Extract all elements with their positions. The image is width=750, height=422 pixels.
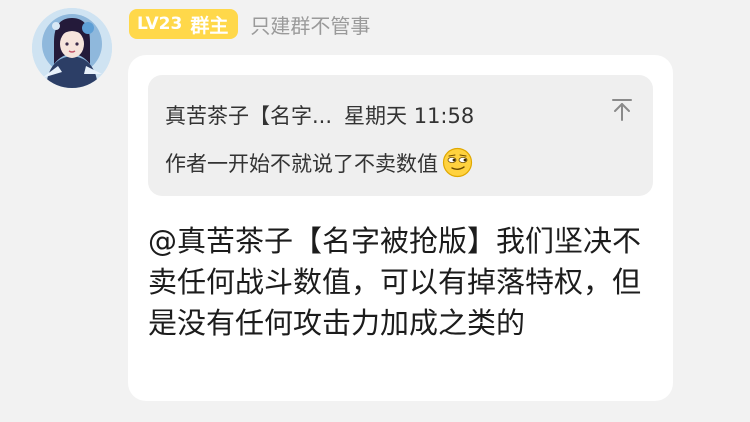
quote-text-row: 作者一开始不就说了不卖数值 <box>165 147 473 178</box>
collapse-up-icon[interactable] <box>609 97 635 123</box>
quote-time: 星期天 11:58 <box>344 104 475 128</box>
level-badge: LV23 群主 <box>129 9 239 39</box>
quote-text: 作者一开始不就说了不卖数值 <box>165 151 438 176</box>
sender-nickname[interactable]: 只建群不管事 <box>250 10 370 39</box>
quote-author: 真苦茶子【名字... <box>165 104 333 128</box>
message-text: @真苦茶子【名字被抢版】我们坚决不卖任何战斗数值，可以有掉落特权，但是没有任何攻… <box>148 224 642 340</box>
smirk-emoji-icon <box>442 147 473 178</box>
quote-header: 真苦茶子【名字... 星期天 11:58 <box>165 100 474 130</box>
sender-meta: LV23 群主 只建群不管事 <box>129 8 370 40</box>
reply-quote[interactable]: 真苦茶子【名字... 星期天 11:58 作者一开始不就说了不卖数值 <box>148 75 653 196</box>
message-bubble[interactable]: 真苦茶子【名字... 星期天 11:58 作者一开始不就说了不卖数值 @真苦茶子… <box>128 55 673 401</box>
level-text: LV23 <box>137 14 183 34</box>
anime-character-avatar-icon <box>32 8 112 88</box>
role-label: 群主 <box>190 14 229 37</box>
avatar[interactable] <box>32 8 112 88</box>
